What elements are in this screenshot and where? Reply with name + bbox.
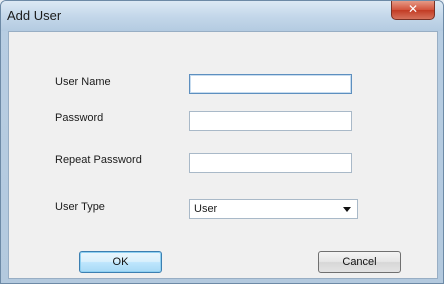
cancel-button[interactable]: Cancel — [318, 251, 401, 273]
user-type-selected-value: User — [194, 203, 218, 215]
dialog-body: User Name Password Repeat Password User … — [8, 31, 438, 279]
close-icon: ✕ — [407, 2, 419, 16]
close-button[interactable]: ✕ — [391, 1, 435, 20]
password-input[interactable] — [189, 111, 352, 131]
repeat-password-input[interactable] — [189, 153, 352, 173]
password-label: Password — [55, 112, 104, 124]
dialog-title: Add User — [7, 8, 62, 23]
repeat-password-label: Repeat Password — [55, 154, 142, 166]
user-type-label: User Type — [55, 201, 105, 213]
user-type-select[interactable]: User — [189, 199, 358, 219]
user-name-input[interactable] — [189, 74, 352, 94]
chevron-down-icon[interactable] — [343, 207, 351, 212]
add-user-dialog: Add User ✕ User Name Password Repeat Pas… — [0, 0, 444, 284]
title-bar[interactable]: Add User ✕ — [1, 1, 443, 31]
ok-button[interactable]: OK — [79, 251, 162, 273]
user-name-label: User Name — [55, 76, 111, 88]
